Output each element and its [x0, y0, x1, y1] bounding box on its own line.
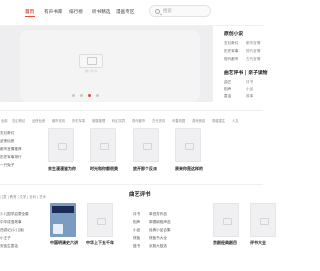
list-item[interactable]: 安徒生童话	[0, 244, 18, 249]
book-cover[interactable]	[175, 128, 201, 162]
book-title[interactable]: 评书大全	[250, 240, 266, 246]
section-tabs[interactable]: 儿童 | 教育 | 文学 | 社科 | 艺术	[0, 194, 50, 199]
side-link[interactable]: 小品	[246, 87, 253, 92]
category-tab[interactable]: 玄幻奇幻	[12, 118, 25, 123]
list-item[interactable]: 快板	[133, 236, 140, 241]
banner-logo-text: 懒人听书	[84, 69, 97, 73]
list-item[interactable]: 快板书大全	[149, 236, 167, 241]
list-item[interactable]: 郭德纲相声选	[149, 220, 171, 225]
book-cover[interactable]	[133, 128, 159, 162]
list-item[interactable]: 少儿国学启蒙全集	[0, 212, 29, 217]
category-tab[interactable]: 人文	[232, 118, 239, 123]
nav-item-rankings[interactable]: 排行榜	[69, 9, 83, 15]
category-tab[interactable]: 游戏竞技	[192, 118, 205, 123]
category-tab[interactable]: 科幻灵异	[112, 118, 125, 123]
search-icon[interactable]	[155, 9, 160, 14]
side-link[interactable]: 故事	[246, 94, 253, 99]
list-item[interactable]: 一只兔子	[0, 163, 14, 168]
ranking-list: 玄幻奇幻 武侠仙侠 都市言情推荐 历史军事排行 一只兔子	[0, 128, 42, 168]
list-item[interactable]: 评书	[133, 212, 140, 217]
top-navigation-bar: 首页 有声书库 排行榜 听书精选 漫画专区	[0, 0, 263, 26]
side-link[interactable]: 都市言情	[246, 41, 260, 46]
section-divider	[0, 110, 263, 111]
book-title[interactable]: 中华上下五千年	[86, 240, 114, 246]
list-item[interactable]: 经典小品合集	[149, 228, 171, 233]
carousel-dot[interactable]	[96, 94, 99, 97]
book-cover[interactable]	[90, 128, 116, 162]
list-item[interactable]: 都市言情推荐	[0, 147, 22, 152]
book-title[interactable]: 时光和你都很美	[90, 166, 118, 172]
side-section-title[interactable]: 原创小说	[224, 30, 243, 37]
book-title[interactable]: 原来你是这样的	[175, 166, 203, 172]
list-item[interactable]: 京韵大鼓选	[149, 244, 167, 249]
list-item[interactable]: 西游记(少儿版)	[0, 228, 24, 233]
book-cover[interactable]	[50, 203, 76, 237]
list-item[interactable]: 相声	[133, 220, 140, 225]
book-cover[interactable]	[213, 203, 239, 237]
side-link[interactable]: 现代都市	[224, 57, 238, 62]
carousel-dot[interactable]	[80, 94, 83, 97]
side-link[interactable]: 现代言情	[246, 49, 260, 54]
book-title[interactable]: 余生漫漫皆为你	[48, 166, 76, 172]
nav-item-audio-library[interactable]: 有声书库	[44, 9, 62, 15]
book-title[interactable]: 放开那个反派	[133, 166, 157, 172]
side-link[interactable]: 玄幻奇幻	[224, 41, 238, 46]
placeholder-logo-icon	[79, 54, 103, 68]
section-divider	[0, 184, 263, 185]
side-link[interactable]: 童话	[224, 94, 231, 99]
category-tab[interactable]: 现代都市	[132, 118, 145, 123]
list-item[interactable]: 小王子	[0, 236, 11, 241]
category-tab[interactable]: 历史军事	[72, 118, 85, 123]
category-tab[interactable]: 武侠仙侠	[32, 118, 45, 123]
banner-slide[interactable]	[20, 30, 200, 102]
nav-active-underline	[25, 16, 35, 17]
search-input[interactable]	[163, 8, 209, 15]
list-item[interactable]: 武侠仙侠	[0, 139, 14, 144]
nav-item-comics[interactable]: 漫画专区	[116, 9, 134, 15]
side-link[interactable]: 历史军事	[224, 49, 238, 54]
book-title[interactable]: 京剧经典剧目	[213, 240, 237, 246]
list-item[interactable]: 历史军事排行	[0, 155, 22, 160]
category-tab[interactable]: 都市言情	[52, 118, 65, 123]
carousel-indicators	[72, 94, 112, 98]
list-item[interactable]: 玄幻奇幻	[0, 131, 14, 136]
side-link[interactable]: 曲艺	[224, 80, 231, 85]
category-tab[interactable]: 悬疑推理	[92, 118, 105, 123]
category-tab[interactable]: 全部	[1, 118, 8, 123]
category-side-panel: 原创小说 玄幻奇幻 都市言情 历史军事 现代言情 现代都市 古代言情 曲艺评书 …	[221, 26, 267, 102]
list-item[interactable]: 小品	[133, 228, 140, 233]
list-item[interactable]: 中华成语故事	[0, 220, 22, 225]
category-tab[interactable]: 青春校园	[172, 118, 185, 123]
carousel-dot[interactable]	[72, 94, 75, 97]
category-tab[interactable]: 古代言情	[152, 118, 165, 123]
section-title[interactable]: 曲艺评书	[129, 190, 151, 198]
search-box[interactable]	[149, 5, 211, 17]
carousel-dot-active[interactable]	[88, 94, 91, 97]
category-filter-row: 全部 玄幻奇幻 武侠仙侠 都市言情 历史军事 悬疑推理 科幻灵异 现代都市 古代…	[0, 117, 263, 125]
list-item[interactable]: 鼓书	[133, 244, 140, 249]
category-tab[interactable]: 穿越重生	[212, 118, 225, 123]
side-section-title[interactable]: 曲艺评书 | 亲子读物	[224, 69, 267, 76]
book-cover[interactable]	[87, 203, 113, 237]
side-link[interactable]: 古代言情	[246, 57, 260, 62]
side-link[interactable]: 相声	[224, 87, 231, 92]
nav-item-home[interactable]: 首页	[25, 9, 34, 15]
nav-item-featured[interactable]: 听书精选	[92, 9, 110, 15]
side-link[interactable]: 评书	[246, 80, 253, 85]
book-title[interactable]: 中国明清史六讲	[50, 240, 78, 246]
list-item[interactable]: 单田芳作品	[149, 212, 167, 217]
book-cover[interactable]	[250, 203, 276, 237]
book-cover[interactable]	[48, 128, 74, 162]
